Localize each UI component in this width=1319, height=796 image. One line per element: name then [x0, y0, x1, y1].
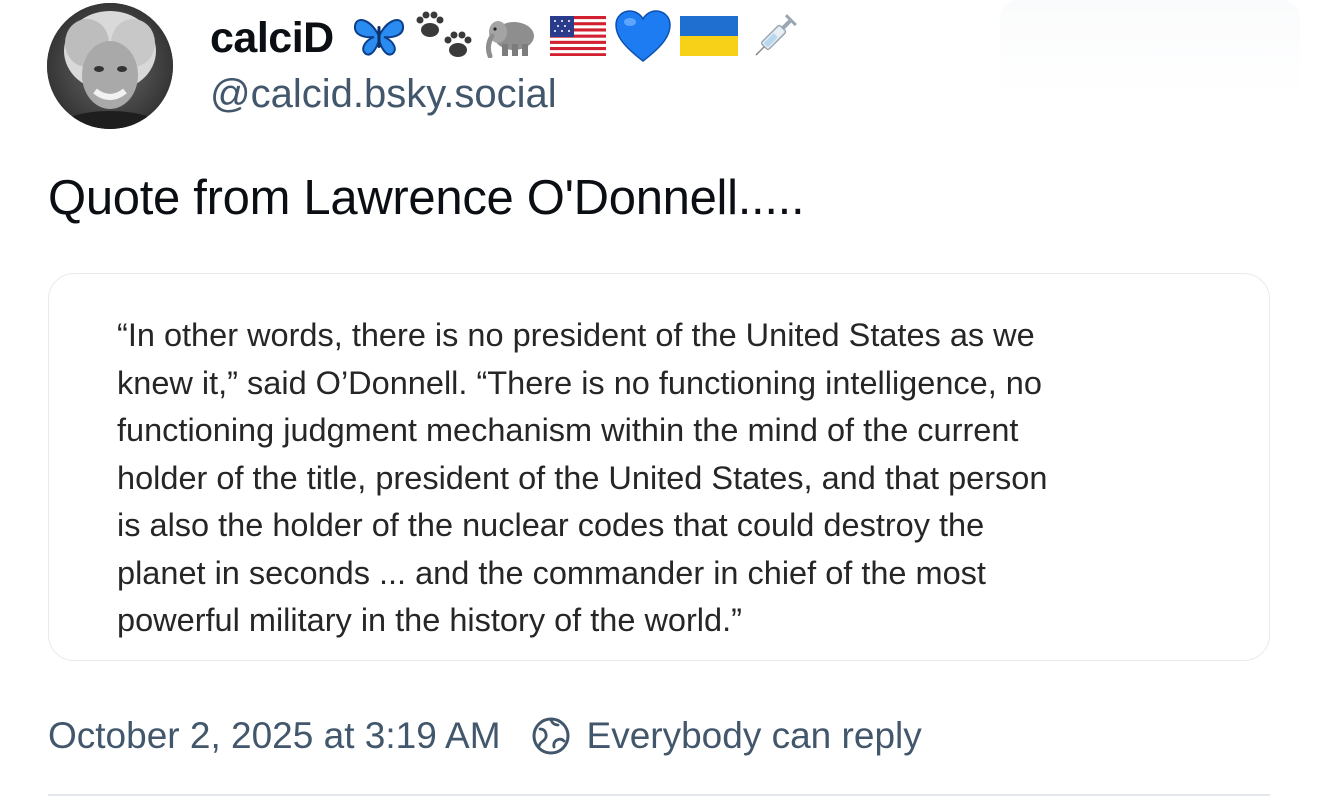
quote-line: planet in seconds ... and the commander …	[117, 554, 986, 591]
reply-setting: Everybody can reply	[586, 715, 922, 756]
paw-prints-icon	[414, 10, 476, 67]
quote-line: is also the holder of the nuclear codes …	[117, 507, 985, 543]
post-text: Quote from Lawrence O'Donnell.....	[48, 171, 805, 225]
quote-line: powerful military in the history of the …	[117, 602, 742, 638]
quote-line: holder of the title, president of the Un…	[117, 459, 1048, 496]
us-flag-icon	[549, 15, 606, 61]
post-timestamp[interactable]: October 2, 2025 at 3:19 AM	[48, 715, 501, 757]
display-name[interactable]: calciD	[210, 14, 334, 63]
syringe-icon	[746, 7, 804, 70]
quote-line: functioning judgment mechanism within th…	[117, 412, 1019, 448]
globe-icon	[531, 716, 571, 756]
quote-line: “In other words, there is no president o…	[117, 317, 1035, 353]
post-meta-row: October 2, 2025 at 3:19 AM Everybody can…	[48, 708, 922, 764]
display-name-row: calciD	[210, 8, 812, 68]
avatar[interactable]	[47, 3, 173, 129]
butterfly-icon	[352, 14, 406, 63]
name-emoji-icons	[352, 7, 812, 70]
ukraine-flag-icon	[679, 15, 738, 61]
faded-follow-area	[1000, 0, 1300, 100]
elephant-icon	[484, 14, 542, 63]
blue-heart-icon	[614, 9, 672, 68]
quote-text: “In other words, there is no president o…	[117, 312, 1257, 645]
author-handle[interactable]: @calcid.bsky.social	[210, 72, 557, 117]
quote-line: knew it,” said O’Donnell. “There is no f…	[117, 364, 1042, 401]
